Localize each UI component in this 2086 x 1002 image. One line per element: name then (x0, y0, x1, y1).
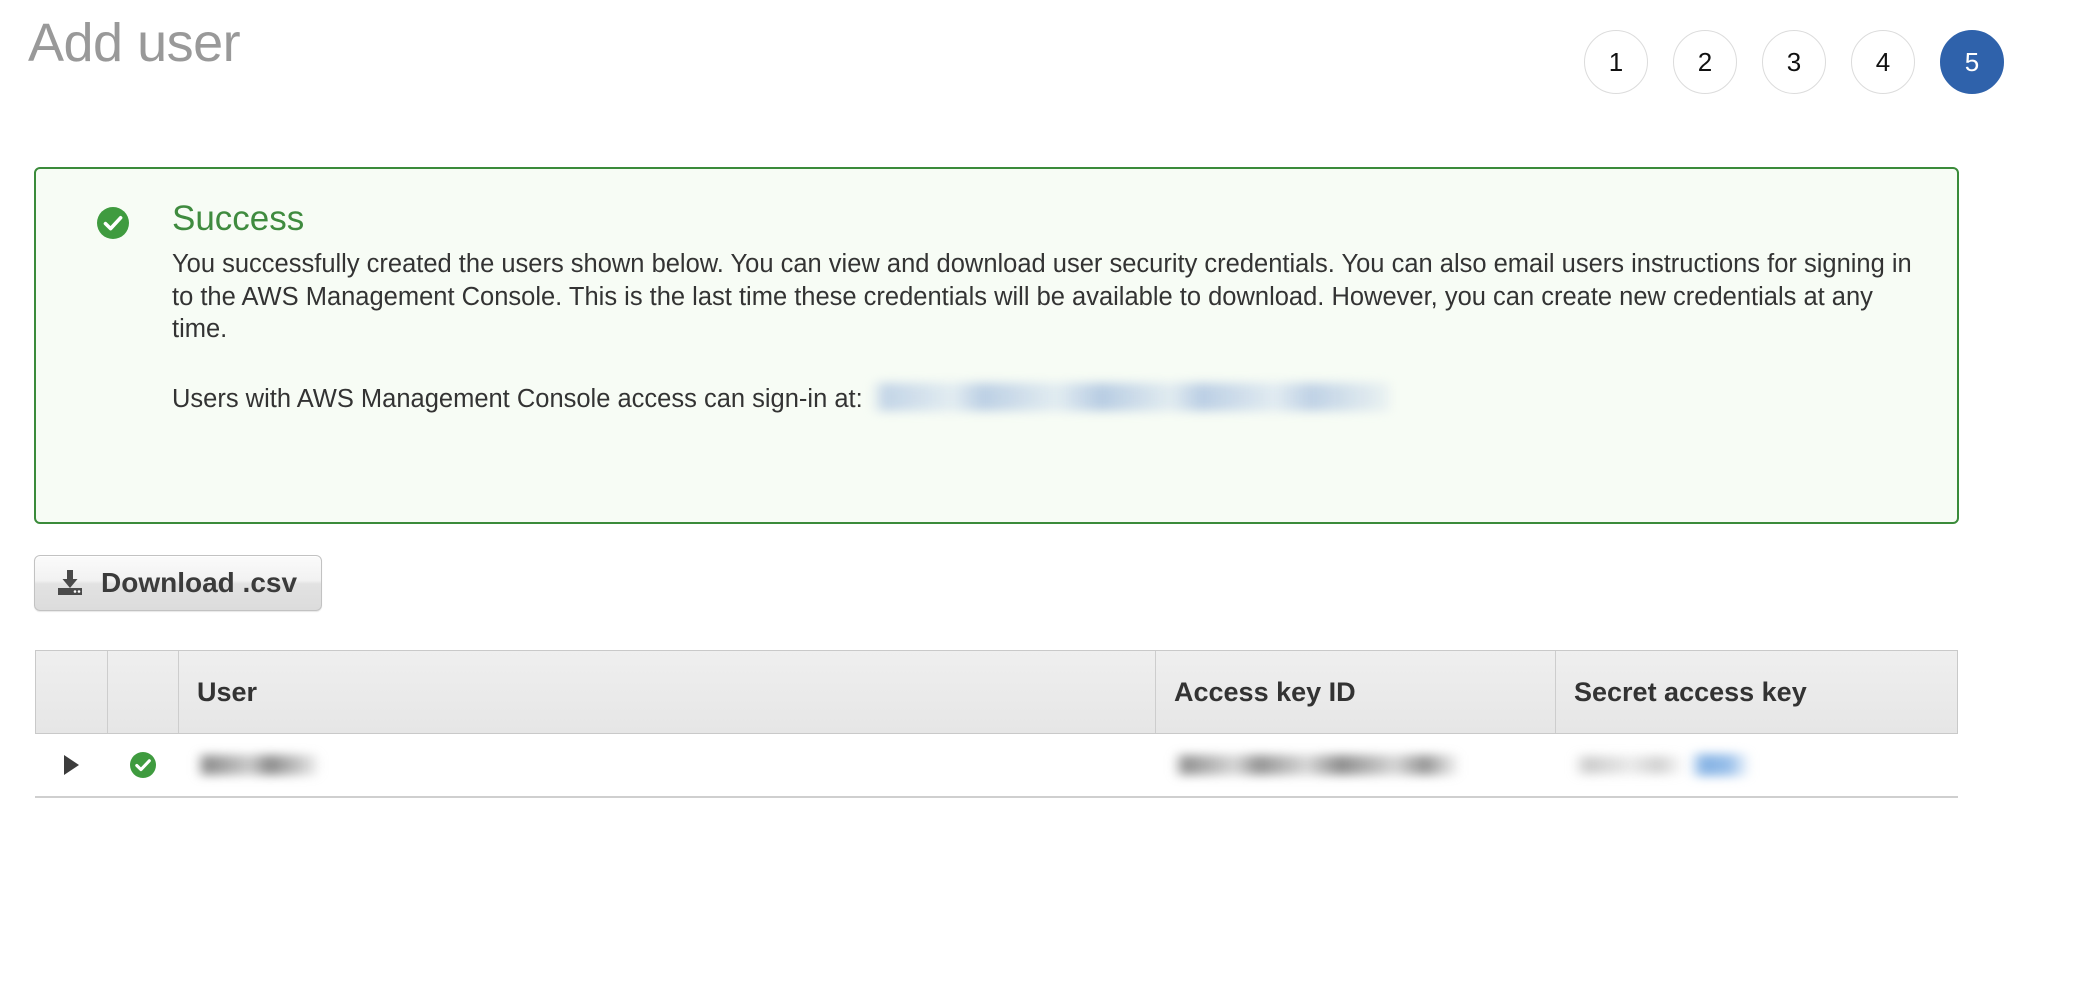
success-alert: Success You successfully created the use… (34, 167, 1959, 524)
signin-url-line: Users with AWS Management Console access… (172, 379, 1927, 414)
success-alert-body: You successfully created the users shown… (172, 250, 1912, 344)
step-indicator-5[interactable]: 5 (1940, 30, 2004, 94)
row-access-key-id-value (1173, 755, 1461, 775)
step-indicator-1[interactable]: 1 (1584, 30, 1648, 94)
row-secret-access-key-value (1573, 756, 1685, 774)
table-header-user[interactable]: User (179, 651, 1156, 733)
row-access-key-id-cell (1155, 734, 1555, 796)
table-header-status (108, 651, 179, 733)
check-circle-icon (129, 751, 157, 779)
show-secret-link[interactable] (1689, 754, 1751, 776)
download-csv-button[interactable]: Download .csv (34, 555, 323, 611)
row-user-cell (178, 734, 1155, 796)
page-header: Add user 1 2 3 4 5 (0, 0, 2086, 140)
success-alert-heading: Success (172, 199, 305, 238)
table-header-expand (36, 651, 108, 733)
credentials-table: User Access key ID Secret access key (35, 650, 1958, 798)
signin-url-link[interactable] (870, 382, 1393, 411)
download-icon (55, 568, 85, 598)
row-expander-cell[interactable] (35, 734, 107, 796)
row-user-value (196, 755, 321, 775)
table-row (35, 734, 1958, 798)
step-indicator-3[interactable]: 3 (1762, 30, 1826, 94)
signin-url-label: Users with AWS Management Console access… (172, 384, 863, 413)
check-circle-icon (96, 206, 130, 240)
row-secret-access-key-cell (1555, 734, 1958, 796)
download-csv-label: Download .csv (101, 567, 298, 598)
triangle-right-icon[interactable] (63, 755, 79, 775)
table-header-row: User Access key ID Secret access key (35, 650, 1958, 734)
step-indicator-4[interactable]: 4 (1851, 30, 1915, 94)
step-indicator: 1 2 3 4 5 (1584, 30, 2004, 94)
step-indicator-2[interactable]: 2 (1673, 30, 1737, 94)
table-header-secret-access-key[interactable]: Secret access key (1556, 651, 1957, 733)
page-title: Add user (28, 13, 241, 73)
table-header-access-key-id[interactable]: Access key ID (1156, 651, 1556, 733)
row-status-cell (107, 734, 178, 796)
